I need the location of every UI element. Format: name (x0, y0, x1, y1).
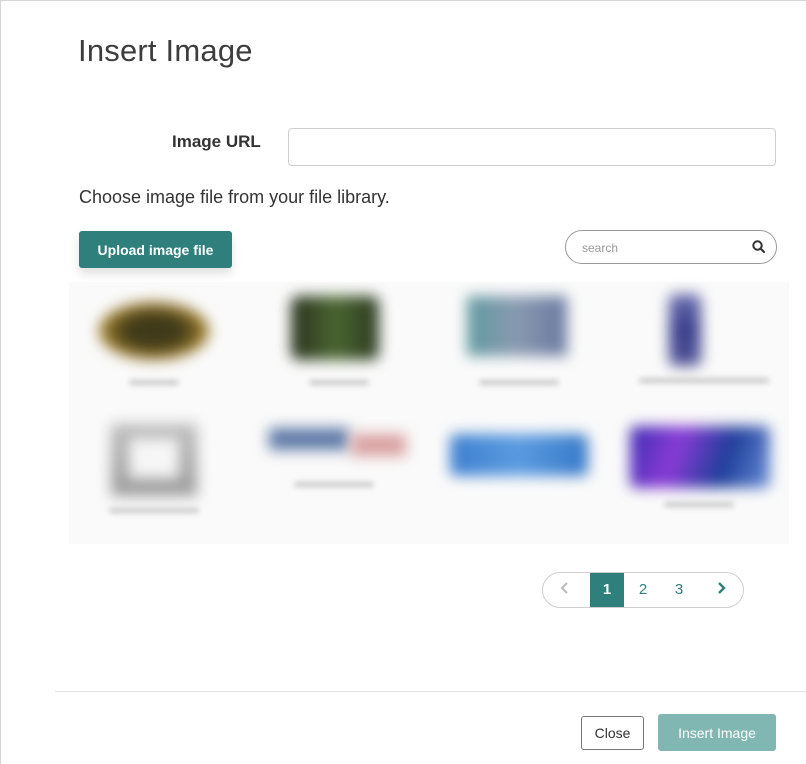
next-page-button[interactable] (701, 573, 741, 607)
image-url-label: Image URL (172, 132, 261, 151)
footer-divider (55, 691, 806, 692)
insert-image-button[interactable]: Insert Image (658, 714, 776, 751)
pagination: 1 2 3 (542, 572, 744, 608)
library-image-thumb[interactable] (79, 412, 229, 532)
library-image-thumb[interactable] (449, 284, 599, 404)
search-icon[interactable] (751, 239, 767, 255)
library-image-thumb[interactable] (269, 284, 419, 404)
upload-image-button[interactable]: Upload image file (79, 231, 232, 268)
insert-image-dialog: Insert Image Image URL Choose image file… (0, 0, 806, 764)
search-box[interactable] (565, 230, 777, 264)
search-input[interactable] (580, 237, 744, 259)
library-instruction: Choose image file from your file library… (79, 187, 390, 207)
dialog-title: Insert Image (78, 33, 253, 68)
image-url-input[interactable] (288, 128, 776, 166)
previous-page-button[interactable] (543, 573, 587, 607)
library-image-thumb[interactable] (629, 284, 779, 404)
chevron-right-icon (718, 582, 726, 594)
page-3-button[interactable]: 3 (662, 573, 696, 607)
library-image-thumb[interactable] (259, 412, 409, 532)
library-image-thumb[interactable] (444, 412, 594, 532)
chevron-left-icon (560, 582, 568, 594)
page-1-button[interactable]: 1 (590, 573, 624, 607)
library-image-thumb[interactable] (79, 284, 229, 404)
page-2-button[interactable]: 2 (626, 573, 660, 607)
close-button[interactable]: Close (581, 716, 644, 750)
image-library-grid (69, 282, 789, 544)
library-image-thumb[interactable] (624, 412, 774, 532)
